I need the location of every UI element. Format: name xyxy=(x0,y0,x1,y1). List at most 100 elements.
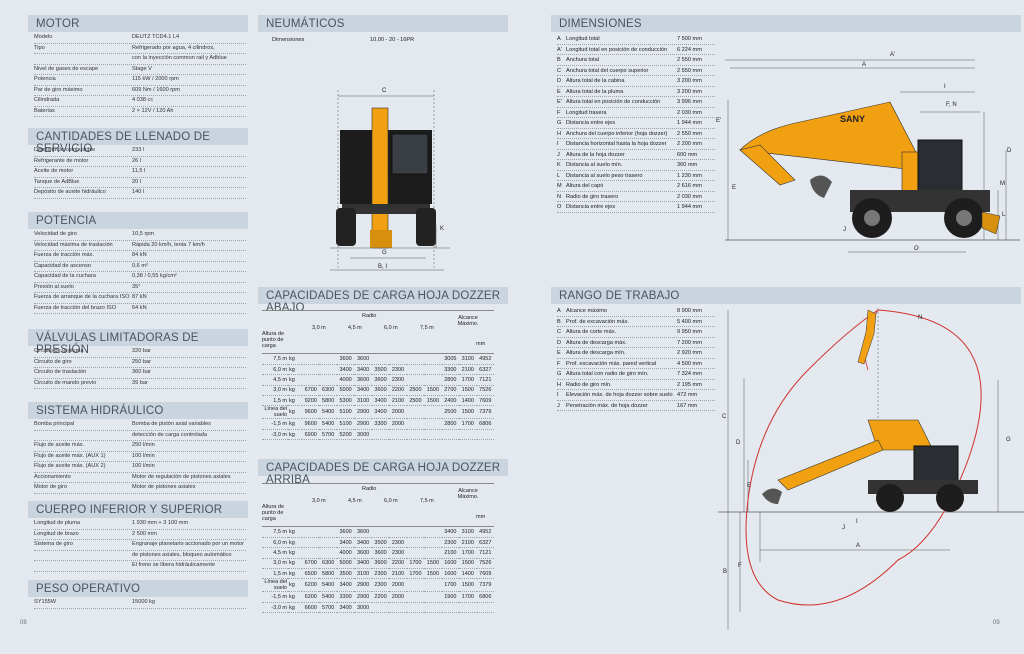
spec-value: 320 bar xyxy=(132,348,151,354)
dimension-row: C Anchura total del cuerpo superior 2 550 … xyxy=(557,66,715,76)
cap-row: -3,0 m kg 6600 5700 3400 3000 xyxy=(262,602,494,614)
cap-cell: 1700 xyxy=(406,558,425,570)
cap-cell: 4,5 m xyxy=(262,547,288,559)
cap-row: 1,5 m kg 9200 5800 5300 3100 3400 2100 2500 1500 2… xyxy=(262,395,494,407)
spec-key: Longitud de brazo xyxy=(34,530,79,537)
cap-cell xyxy=(406,527,425,538)
dimension-row: B Anchura total 2 550 mm xyxy=(557,55,715,66)
cap-cell: 2300 xyxy=(441,537,460,549)
cap-cell: 2300 xyxy=(371,568,390,580)
radius-col-label: 4,5 m xyxy=(348,325,362,331)
cap-cell: 3000 xyxy=(354,602,372,614)
cap-cell: 3600 xyxy=(336,354,355,365)
dimension-row: G Altura total con radio de giro mín. 7 32… xyxy=(557,369,715,380)
cap-cell xyxy=(441,429,460,441)
spec-value: 0,6 m² xyxy=(132,262,148,269)
range-label-c: C xyxy=(722,414,727,420)
dimension-value: 600 mm xyxy=(677,151,698,158)
cap-header: Radio Alcance Máximo. Altura de punto de c… xyxy=(262,483,494,527)
dimension-value: 3 200 mm xyxy=(677,78,702,84)
spec-value: Rápida 20 km/h, lenta 7 km/h xyxy=(132,241,205,248)
hidraulico-header: SISTEMA HIDRÁULICO xyxy=(28,402,248,419)
dimension-letter: K xyxy=(557,162,561,168)
cap-cell xyxy=(406,405,425,420)
cap-cell: 4000 xyxy=(336,547,355,559)
spec-key: Flujo de aceite máx. xyxy=(34,442,85,448)
cap-cell: 1500 xyxy=(424,395,442,407)
cap-cell: 1,5 m xyxy=(262,568,288,580)
cap-cell: kg xyxy=(288,537,302,549)
dimension-desc: Prof. de excavación máx. xyxy=(566,318,629,325)
cap-cell: -3,0 m xyxy=(262,602,288,614)
spec-key: Sistema de giro xyxy=(34,541,73,547)
cap-cell: 4,5 m xyxy=(262,374,288,386)
side-label-m: M xyxy=(1000,181,1005,187)
spec-value: 2 500 mm xyxy=(132,530,157,537)
front-label-g: G xyxy=(382,250,387,256)
spec-value: 2 × 12V / 120 Ah xyxy=(132,107,174,114)
dimension-value: 1 230 mm xyxy=(677,172,702,179)
valvulas-specs: Circuito de la pluma 320 bar Circuito de g… xyxy=(34,347,246,389)
cap-cell: 9200 xyxy=(302,395,320,407)
spec-value: 87 kN xyxy=(132,294,147,300)
cap-cell: 3400 xyxy=(354,364,372,376)
cap-cell: kg xyxy=(288,385,302,397)
dimension-desc: Distancia entre ejes xyxy=(566,204,616,210)
cap-cell: 2800 xyxy=(441,374,460,386)
page-number-left: 08 xyxy=(20,620,27,626)
cap-cell: 1700 xyxy=(459,591,477,603)
cap-cell: 2500 xyxy=(406,385,425,397)
cap-cell: 6806 xyxy=(476,418,494,430)
spec-value: 39 bar xyxy=(132,379,148,386)
dimension-desc: Distancia entre ejes xyxy=(566,120,616,126)
side-label-fn: F, N xyxy=(946,102,957,108)
neumaticos-value: 10.00 - 20 - 16PR xyxy=(370,37,415,43)
cap-cell: 6500 xyxy=(302,568,320,580)
dimension-desc: Prof. excavación máx. pared vertical xyxy=(566,360,657,367)
wheel-left xyxy=(336,208,356,246)
cap-cell: 5200 xyxy=(336,429,355,441)
dimension-desc: Penetración máx. de hoja dozzer xyxy=(566,402,648,409)
cap-cell: 1700 xyxy=(459,374,477,386)
front-label-c: C xyxy=(382,88,387,94)
dimension-desc: Distancia horizontal hasta la hoja dozze… xyxy=(566,141,667,147)
cap-cell: 7379 xyxy=(476,578,494,593)
cap-row: -1,5 m kg 6300 5400 3300 2900 2200 2000 1900 1700… xyxy=(262,591,494,603)
cap-cell xyxy=(424,602,442,614)
dimension-desc: Altura de descarga máx. xyxy=(566,339,627,346)
cap-row: Línea del suelo kg 6200 5400 3400 2900 2300 200… xyxy=(262,578,494,593)
cap-cell: 2200 xyxy=(389,385,407,397)
cap-cell: 1500 xyxy=(424,558,442,570)
spec-key: Depósito de aceite hidráulico xyxy=(34,189,106,195)
cap-cell: -3,0 m xyxy=(262,429,288,441)
dimension-desc: Longitud trasera xyxy=(566,109,607,116)
dimension-value: 2 550 mm xyxy=(677,67,702,74)
spec-value: Stage V xyxy=(132,65,152,72)
cap-cell xyxy=(371,602,390,614)
cap-cell xyxy=(371,429,390,441)
dimension-row: J Altura de la hoja dozzer 600 mm xyxy=(557,150,715,160)
dimension-desc: Altura total en posición de conducción xyxy=(566,99,661,105)
dimension-row: A Longitud total 7 500 mm xyxy=(557,34,715,45)
cap-cell: 1400 xyxy=(459,568,477,580)
spec-key: SY155W xyxy=(34,599,57,605)
cap-cell: 7379 xyxy=(476,405,494,420)
range-label-e: E xyxy=(747,483,752,489)
cap-cell xyxy=(389,527,407,538)
dimension-desc: Altura del capó xyxy=(566,183,604,189)
dimension-value: 167 mm xyxy=(677,402,698,409)
cap-cell xyxy=(302,537,320,549)
cap-cell: kg xyxy=(288,558,302,570)
spec-value: detección de carga controlada xyxy=(132,431,207,438)
spec-row: Flujo de aceite máx. (AUX 1) 100 l/min xyxy=(34,452,246,462)
cap-cell: 3,0 m xyxy=(262,385,288,397)
cap-cell: kg xyxy=(288,418,302,430)
spec-value: con la inyección common rail y Adblue xyxy=(132,55,227,61)
cap-cell: 5100 xyxy=(336,405,355,420)
spec-value: Bomba de pistón axial variables xyxy=(132,421,211,427)
spec-row: de pistones axiales, bloqueo automático xyxy=(34,551,246,561)
dimension-letter: F xyxy=(557,109,561,116)
cap-row: 6,0 m kg 3400 3400 3500 2300 2300 2100 6327 xyxy=(262,537,494,549)
dimension-desc: Elevación máx. de hoja dozzer sobre suel… xyxy=(566,392,673,398)
dimension-desc: Altura total de la cabina xyxy=(566,78,625,84)
